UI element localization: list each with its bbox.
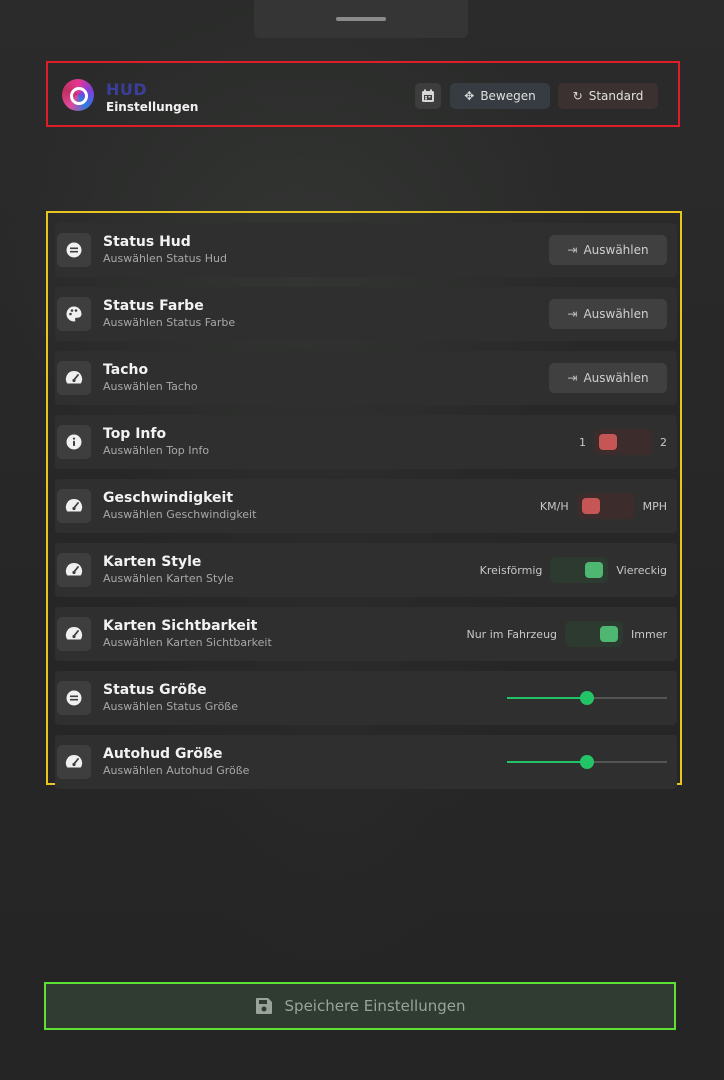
setting-subtitle: Auswählen Status Farbe bbox=[103, 316, 236, 329]
palette-icon bbox=[57, 297, 91, 331]
reset-icon: ↻ bbox=[572, 89, 583, 103]
setting-title: Top Info bbox=[103, 426, 167, 442]
select-button-label: Auswählen bbox=[583, 307, 649, 321]
select-button-label: Auswählen bbox=[583, 371, 649, 385]
select-button[interactable]: ⇥ Auswählen bbox=[549, 235, 667, 265]
toggle-left-label: 1 bbox=[579, 435, 586, 449]
setting-title: Geschwindigkeit bbox=[103, 490, 234, 506]
toggle-knob bbox=[599, 434, 617, 450]
arrow-right-to-line-icon: ⇥ bbox=[567, 243, 578, 257]
setting-title: Autohud Größe bbox=[103, 746, 223, 762]
toggle-knob bbox=[585, 562, 604, 578]
setting-row: Tacho Auswählen Tacho ⇥ Auswählen bbox=[55, 351, 677, 405]
toggle-right-label: Immer bbox=[631, 627, 667, 641]
save-icon bbox=[255, 997, 273, 1015]
setting-title: Status Hud bbox=[103, 234, 191, 250]
drag-handle-icon[interactable] bbox=[336, 17, 386, 21]
setting-row: Status Größe Auswählen Status Größe bbox=[55, 671, 677, 725]
slider-thumb[interactable] bbox=[580, 755, 594, 769]
setting-row: Top Info Auswählen Top Info 1 2 bbox=[55, 415, 677, 469]
select-button-label: Auswählen bbox=[583, 243, 649, 257]
default-button[interactable]: ↻ Standard bbox=[558, 83, 658, 109]
save-settings-label: Speichere Einstellungen bbox=[284, 997, 466, 1015]
setting-subtitle: Auswählen Status Hud bbox=[103, 252, 228, 265]
setting-subtitle: Auswählen Geschwindigkeit bbox=[103, 508, 257, 521]
setting-subtitle: Auswählen Status Größe bbox=[103, 700, 239, 713]
info-icon bbox=[57, 425, 91, 459]
setting-subtitle: Auswählen Tacho bbox=[103, 380, 198, 393]
toggle-left-label: Nur im Fahrzeug bbox=[466, 627, 558, 641]
arrow-right-to-line-icon: ⇥ bbox=[567, 307, 578, 321]
slider-fill bbox=[507, 761, 587, 763]
setting-title: Karten Sichtbarkeit bbox=[103, 618, 258, 634]
brand-title: HUD bbox=[106, 80, 148, 99]
setting-subtitle: Auswählen Top Info bbox=[103, 444, 210, 457]
size-slider[interactable] bbox=[507, 691, 667, 705]
minus-circle-icon bbox=[57, 681, 91, 715]
toggle-right-label: MPH bbox=[642, 499, 667, 513]
arrow-right-to-line-icon: ⇥ bbox=[567, 371, 578, 385]
minus-circle-icon bbox=[57, 233, 91, 267]
setting-title: Status Farbe bbox=[103, 298, 204, 314]
toggle-left-label: KM/H bbox=[539, 499, 569, 513]
setting-subtitle: Auswählen Karten Style bbox=[103, 572, 234, 585]
toggle-group: KM/H MPH bbox=[540, 492, 667, 520]
setting-row: Status Hud Auswählen Status Hud ⇥ Auswählen bbox=[55, 223, 677, 277]
save-settings-button[interactable]: Speichere Einstellungen bbox=[44, 982, 676, 1030]
default-button-label: Standard bbox=[588, 89, 644, 103]
drag-tab[interactable] bbox=[254, 0, 468, 38]
setting-title: Tacho bbox=[103, 362, 149, 378]
brand-subtitle: Einstellungen bbox=[106, 100, 199, 114]
toggle-right-label: Viereckig bbox=[616, 563, 667, 577]
toggle-group: Kreisförmig Viereckig bbox=[480, 556, 667, 584]
move-button[interactable]: ✥ Bewegen bbox=[450, 83, 550, 109]
select-button[interactable]: ⇥ Auswählen bbox=[549, 299, 667, 329]
speedometer-icon bbox=[57, 553, 91, 587]
slider-thumb[interactable] bbox=[580, 691, 594, 705]
toggle-knob bbox=[600, 626, 619, 642]
setting-row: Geschwindigkeit Auswählen Geschwindigkeit… bbox=[55, 479, 677, 533]
setting-row: Karten Style Auswählen Karten Style Kreisf… bbox=[55, 543, 677, 597]
setting-subtitle: Auswählen Karten Sichtbarkeit bbox=[103, 636, 272, 649]
speedometer-icon bbox=[57, 361, 91, 395]
toggle-group: Nur im Fahrzeug Immer bbox=[466, 620, 667, 648]
setting-title: Karten Style bbox=[103, 554, 202, 570]
toggle-knob bbox=[581, 498, 600, 514]
settings-panel: Status Hud Auswählen Status Hud ⇥ Auswählen… bbox=[46, 211, 682, 789]
speedometer-icon bbox=[57, 617, 91, 651]
toggle-switch[interactable] bbox=[565, 621, 624, 647]
speedometer-icon bbox=[57, 489, 91, 523]
size-slider[interactable] bbox=[507, 755, 667, 769]
logo-icon bbox=[62, 79, 94, 111]
calendar-icon bbox=[421, 89, 435, 103]
toggle-switch[interactable] bbox=[550, 557, 609, 583]
calendar-button[interactable] bbox=[415, 83, 441, 109]
toggle-right-label: 2 bbox=[660, 435, 667, 449]
setting-row: Autohud Größe Auswählen Autohud Größe bbox=[55, 735, 677, 789]
move-icon: ✥ bbox=[464, 89, 475, 103]
setting-subtitle: Auswählen Autohud Größe bbox=[103, 764, 250, 777]
move-button-label: Bewegen bbox=[480, 89, 536, 103]
setting-title: Status Größe bbox=[103, 682, 207, 698]
setting-row: Karten Sichtbarkeit Auswählen Karten Sich… bbox=[55, 607, 677, 661]
select-button[interactable]: ⇥ Auswählen bbox=[549, 363, 667, 393]
toggle-left-label: Kreisförmig bbox=[479, 563, 543, 577]
setting-row: Status Farbe Auswählen Status Farbe ⇥ Auswä… bbox=[55, 287, 677, 341]
speedometer-icon bbox=[57, 745, 91, 779]
hud-header: HUD Einstellungen ✥ Bewegen ↻ Standard bbox=[46, 61, 680, 127]
toggle-switch[interactable] bbox=[594, 429, 652, 455]
toggle-switch[interactable] bbox=[576, 493, 635, 519]
toggle-group: 12 bbox=[579, 428, 667, 456]
slider-fill bbox=[507, 697, 587, 699]
